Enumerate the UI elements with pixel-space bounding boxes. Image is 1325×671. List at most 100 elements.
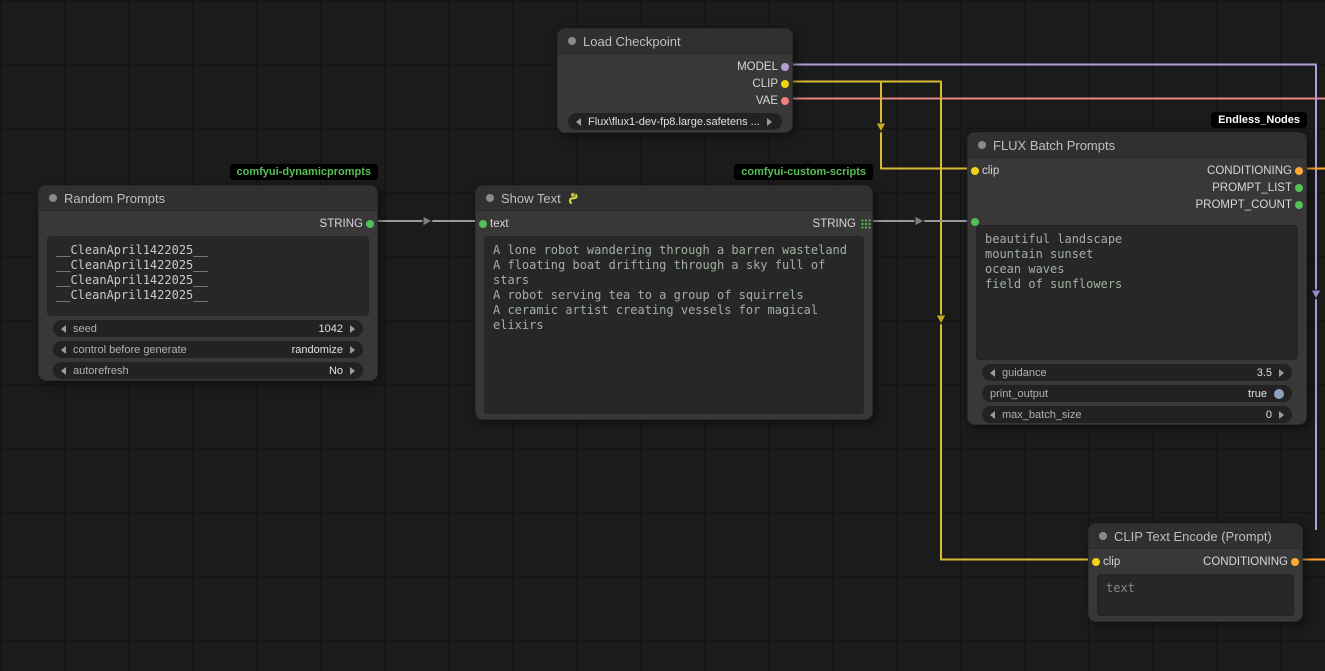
port-model-output[interactable] xyxy=(781,63,789,71)
node-source-badge: comfyui-dynamicprompts xyxy=(230,164,378,180)
node-title: FLUX Batch Prompts xyxy=(993,138,1115,153)
decrement-arrow-icon[interactable] xyxy=(61,367,66,375)
decrement-arrow-icon[interactable] xyxy=(61,325,66,333)
control-before-generate-widget[interactable]: control before generate randomize xyxy=(53,341,363,358)
port-vae-output[interactable] xyxy=(781,97,789,105)
snake-icon xyxy=(568,192,581,205)
io-row: clip CONDITIONING xyxy=(968,162,1306,179)
output-row: STRING xyxy=(39,215,377,232)
port-text-input[interactable] xyxy=(479,220,487,228)
prompt-textarea[interactable]: text xyxy=(1097,574,1294,616)
widget-value: No xyxy=(329,365,343,377)
input-label-text: text xyxy=(490,218,509,230)
node-title: CLIP Text Encode (Prompt) xyxy=(1114,529,1272,544)
wire-arrow-down-icon xyxy=(1311,290,1321,299)
widget-label: control before generate xyxy=(73,344,187,356)
max-batch-size-widget[interactable]: max_batch_size 0 xyxy=(982,406,1292,423)
prompts-textarea[interactable]: __CleanApril1422025__ __CleanApril142202… xyxy=(47,236,369,316)
output-label-conditioning: CONDITIONING xyxy=(1203,556,1288,568)
toggle-indicator-icon[interactable] xyxy=(1274,389,1284,399)
collapse-dot-icon[interactable] xyxy=(1099,532,1107,540)
node-title-bar[interactable]: Show Text xyxy=(476,186,872,211)
input-label-clip: clip xyxy=(982,165,999,177)
port-string-output[interactable] xyxy=(366,220,374,228)
ckpt-name-combo[interactable]: Flux\flux1-dev-fp8.large.safetens ... xyxy=(568,113,782,130)
output-row: VAE xyxy=(558,92,792,109)
output-label-conditioning: CONDITIONING xyxy=(1207,165,1292,177)
port-clip-input[interactable] xyxy=(1092,558,1100,566)
port-prompt-list-output[interactable] xyxy=(1295,184,1303,192)
show-text-textarea[interactable]: A lone robot wandering through a barren … xyxy=(484,236,864,414)
increment-arrow-icon[interactable] xyxy=(350,367,355,375)
decrement-arrow-icon[interactable] xyxy=(990,369,995,377)
node-source-badge: comfyui-custom-scripts xyxy=(734,164,873,180)
node-title-bar[interactable]: Random Prompts xyxy=(39,186,377,211)
widget-label: autorefresh xyxy=(73,365,129,377)
batch-prompts-textarea[interactable]: beautiful landscape mountain sunset ocea… xyxy=(976,225,1298,360)
port-text-input[interactable] xyxy=(971,218,979,226)
collapse-dot-icon[interactable] xyxy=(486,194,494,202)
output-label-prompt-list: PROMPT_LIST xyxy=(1212,182,1292,194)
wire-arrow-down-icon xyxy=(876,123,886,132)
output-row: CLIP xyxy=(558,75,792,92)
output-label-model: MODEL xyxy=(737,61,778,73)
print-output-toggle[interactable]: print_output true xyxy=(982,385,1292,402)
output-row: MODEL xyxy=(558,58,792,75)
collapse-dot-icon[interactable] xyxy=(568,37,576,45)
port-clip-output[interactable] xyxy=(781,80,789,88)
increment-arrow-icon[interactable] xyxy=(350,325,355,333)
widget-value: 1042 xyxy=(319,323,343,335)
node-source-badge: Endless_Nodes xyxy=(1211,112,1307,128)
io-row: clip CONDITIONING xyxy=(1089,553,1302,570)
port-conditioning-output[interactable] xyxy=(1291,558,1299,566)
output-label-vae: VAE xyxy=(756,95,778,107)
output-label-string: STRING xyxy=(813,218,856,230)
node-random-prompts[interactable]: Random Prompts STRING __CleanApril142202… xyxy=(38,185,378,381)
output-row: PROMPT_COUNT xyxy=(968,196,1306,213)
decrement-arrow-icon[interactable] xyxy=(990,411,995,419)
node-title: Show Text xyxy=(501,191,561,206)
node-title-bar[interactable]: FLUX Batch Prompts xyxy=(968,133,1306,158)
port-prompt-count-output[interactable] xyxy=(1295,201,1303,209)
widget-label: max_batch_size xyxy=(1002,409,1082,421)
wire-arrow-right-icon xyxy=(915,216,924,226)
increment-arrow-icon[interactable] xyxy=(350,346,355,354)
input-label-clip: clip xyxy=(1103,556,1120,568)
prev-arrow-icon[interactable] xyxy=(576,118,581,126)
node-clip-text-encode[interactable]: CLIP Text Encode (Prompt) clip CONDITION… xyxy=(1088,523,1303,622)
widget-value: randomize xyxy=(292,344,343,356)
node-load-checkpoint[interactable]: Load Checkpoint MODEL CLIP VAE Flux\flux… xyxy=(557,28,793,133)
widget-label: guidance xyxy=(1002,367,1047,379)
widget-label: print_output xyxy=(990,388,1048,400)
port-conditioning-output[interactable] xyxy=(1295,167,1303,175)
collapse-dot-icon[interactable] xyxy=(978,141,986,149)
output-label-string: STRING xyxy=(320,218,363,230)
ckpt-name-value: Flux\flux1-dev-fp8.large.safetens ... xyxy=(588,116,760,128)
node-title-bar[interactable]: CLIP Text Encode (Prompt) xyxy=(1089,524,1302,549)
node-title: Load Checkpoint xyxy=(583,34,681,49)
widget-value: 0 xyxy=(1266,409,1272,421)
port-clip-input[interactable] xyxy=(971,167,979,175)
output-label-prompt-count: PROMPT_COUNT xyxy=(1196,199,1292,211)
grid-output-icon[interactable] xyxy=(861,219,871,229)
decrement-arrow-icon[interactable] xyxy=(61,346,66,354)
widget-label: seed xyxy=(73,323,97,335)
node-title-bar[interactable]: Load Checkpoint xyxy=(558,29,792,54)
guidance-widget[interactable]: guidance 3.5 xyxy=(982,364,1292,381)
increment-arrow-icon[interactable] xyxy=(1279,411,1284,419)
node-title: Random Prompts xyxy=(64,191,165,206)
output-label-clip: CLIP xyxy=(752,78,778,90)
wire-arrow-down-icon xyxy=(936,315,946,324)
node-show-text[interactable]: Show Text text STRING A lone robot wande… xyxy=(475,185,873,420)
autorefresh-widget[interactable]: autorefresh No xyxy=(53,362,363,379)
widget-value: 3.5 xyxy=(1257,367,1272,379)
node-flux-batch-prompts[interactable]: FLUX Batch Prompts clip CONDITIONING PRO… xyxy=(967,132,1307,425)
collapse-dot-icon[interactable] xyxy=(49,194,57,202)
comfyui-canvas[interactable]: comfyui-dynamicprompts comfyui-custom-sc… xyxy=(0,0,1325,671)
next-arrow-icon[interactable] xyxy=(767,118,772,126)
wire-arrow-right-icon xyxy=(423,216,432,226)
increment-arrow-icon[interactable] xyxy=(1279,369,1284,377)
widget-value: true xyxy=(1248,388,1267,400)
output-row: PROMPT_LIST xyxy=(968,179,1306,196)
seed-widget[interactable]: seed 1042 xyxy=(53,320,363,337)
